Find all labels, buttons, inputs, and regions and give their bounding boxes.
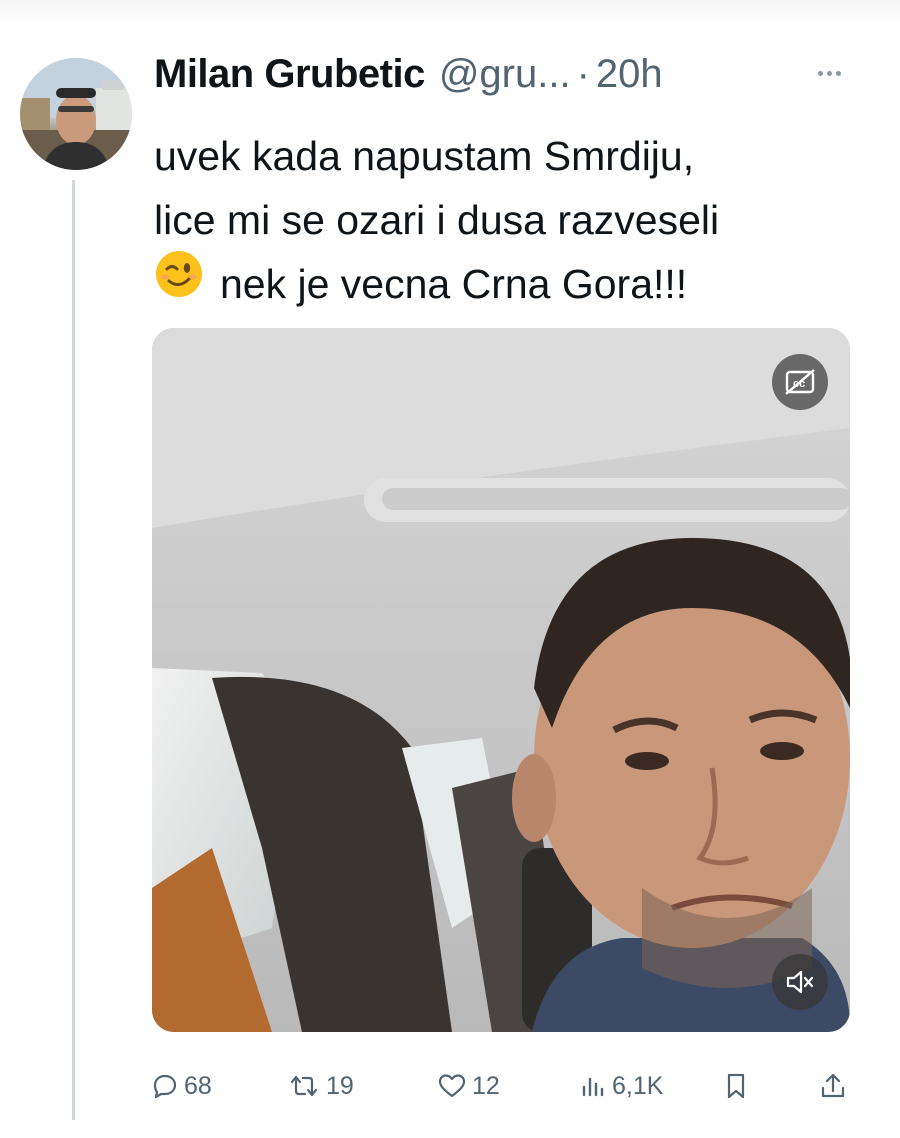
bookmark-icon: [727, 1073, 745, 1099]
share-button[interactable]: [820, 1064, 846, 1108]
avatar[interactable]: [20, 58, 132, 170]
views-count: 6,1K: [612, 1071, 664, 1100]
tweet-text-line-1: uvek kada napustam Smrdiju,: [154, 133, 695, 179]
author-name[interactable]: Milan Grubetic: [154, 52, 425, 97]
reply-button[interactable]: 68: [152, 1064, 212, 1108]
tweet-text-line-3-wrapper: nek je vecna Crna Gora!!!: [154, 249, 844, 317]
views-button[interactable]: 6,1K: [580, 1064, 663, 1108]
avatar-image: [20, 58, 132, 170]
more-options-icon[interactable]: [806, 58, 852, 88]
video-player[interactable]: cc: [152, 328, 850, 1032]
repost-button[interactable]: 19: [288, 1064, 354, 1108]
tweet-header: Milan Grubetic @gru... · 20h: [154, 52, 663, 106]
repost-icon: [290, 1075, 318, 1097]
reply-count: 68: [184, 1071, 212, 1100]
tweet-screenshot: Milan Grubetic @gru... · 20h uvek kada n…: [0, 0, 900, 1138]
author-handle[interactable]: @gru...: [439, 52, 571, 97]
like-button[interactable]: 12: [438, 1064, 500, 1108]
thread-connector-line: [72, 180, 75, 1120]
reply-icon: [153, 1074, 177, 1099]
video-frame: [152, 328, 850, 1032]
muted-speaker-icon[interactable]: [772, 954, 828, 1010]
share-icon: [821, 1073, 845, 1098]
tweet-text-line-3: nek je vecna Crna Gora!!!: [220, 261, 688, 307]
tweet-text: uvek kada napustam Smrdiju, lice mi se o…: [154, 124, 844, 317]
tweet-timestamp[interactable]: 20h: [596, 52, 663, 97]
tweet-action-bar: 68 19 12 6,1K: [152, 1064, 852, 1108]
separator-dot: ·: [576, 52, 590, 96]
views-chart-icon: [582, 1077, 604, 1097]
heart-icon: [438, 1074, 466, 1098]
like-count: 12: [472, 1071, 500, 1100]
winking-face-emoji: [154, 249, 204, 317]
repost-count: 19: [326, 1071, 354, 1100]
bookmark-button[interactable]: [724, 1064, 748, 1108]
tweet-text-line-2: lice mi se ozari i dusa razveseli: [154, 197, 720, 243]
captions-off-icon[interactable]: cc: [772, 354, 828, 410]
previous-post-edge: [0, 0, 900, 22]
